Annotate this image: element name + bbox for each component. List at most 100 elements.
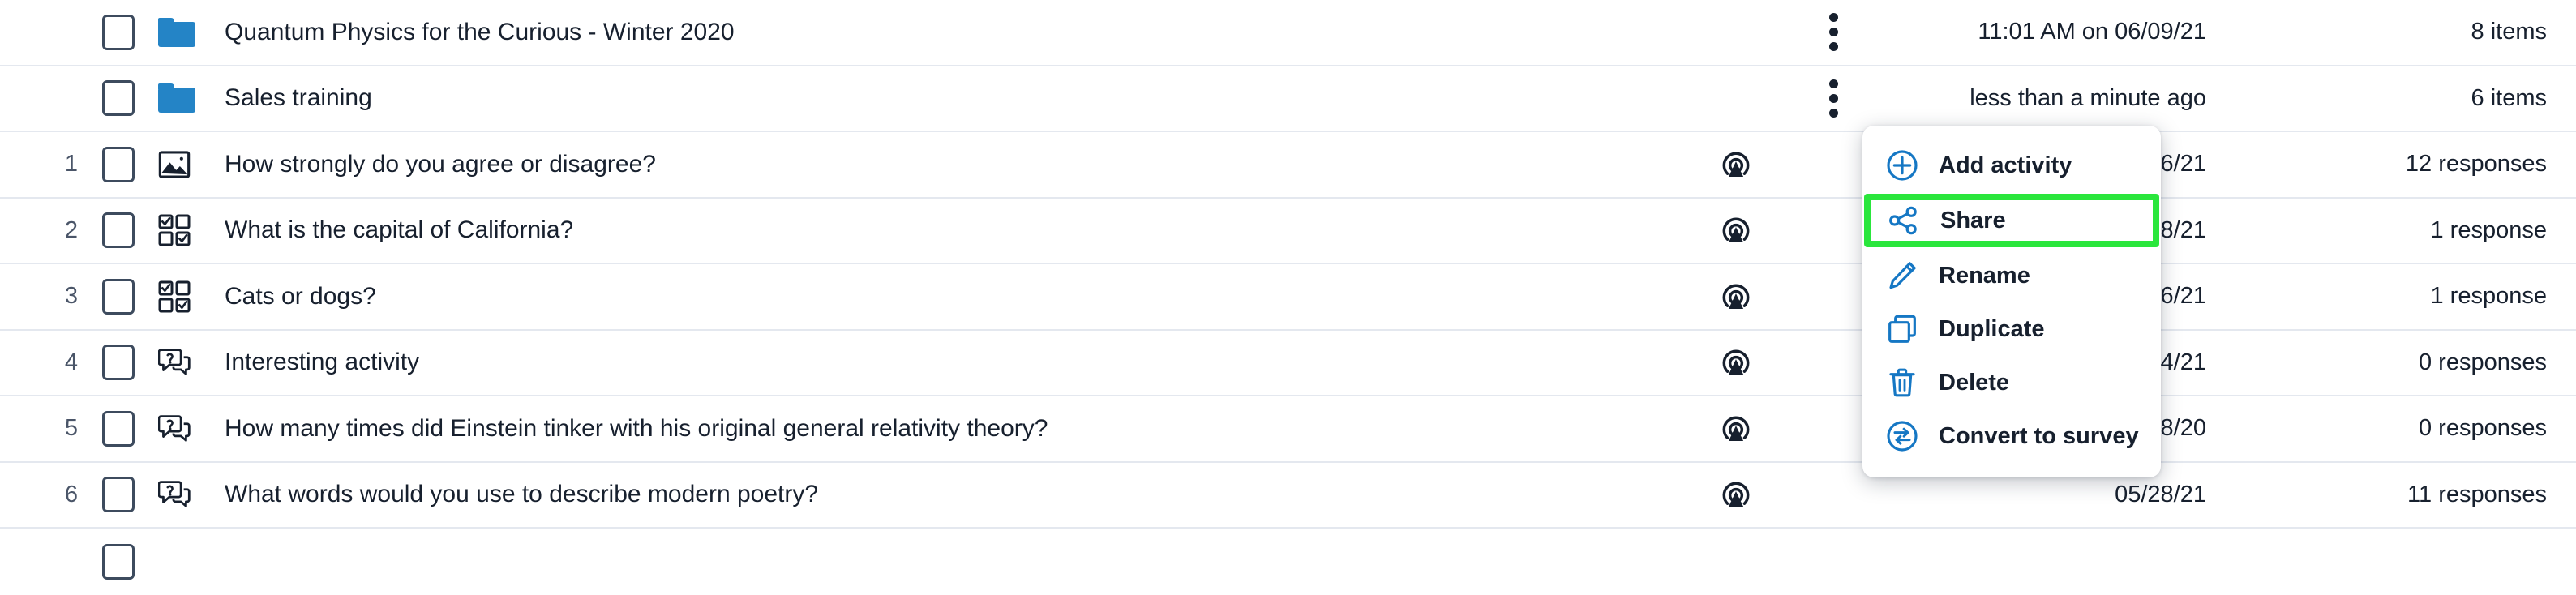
plus-circle-icon <box>1887 150 1918 181</box>
multiple-choice-icon <box>158 280 191 313</box>
context-menu[interactable]: Add activity Share Rename Duplicate Delete Co… <box>1862 126 2161 477</box>
context-menu-item-add-activity[interactable]: Add activity <box>1862 139 2161 192</box>
row-number: 1 <box>64 151 78 178</box>
context-menu-item-convert-to-survey[interactable]: Convert to survey <box>1862 409 2161 463</box>
question-bubble-icon <box>158 481 191 507</box>
row-overflow-menu-cell[interactable] <box>1785 8 1882 56</box>
row-live-cell[interactable] <box>1687 477 1785 512</box>
live-antenna-icon[interactable] <box>1719 213 1753 247</box>
multiple-choice-icon <box>158 214 191 246</box>
context-menu-item-rename[interactable]: Rename <box>1862 249 2161 302</box>
row-type-icon-cell <box>158 280 213 313</box>
row-type-icon-cell <box>158 413 213 444</box>
row-checkbox[interactable] <box>101 410 135 447</box>
row-type-icon-cell <box>158 150 213 179</box>
pencil-icon <box>1884 259 1921 292</box>
context-menu-item-label: Delete <box>1939 369 2010 396</box>
plus-circle-icon <box>1884 149 1921 182</box>
image-icon <box>158 151 191 178</box>
row-modified-date: 05/28/21 <box>2115 481 2206 507</box>
convert-arrows-icon <box>1887 421 1918 452</box>
row-count: 0 responses <box>2419 415 2547 442</box>
table-row[interactable] <box>0 529 2576 595</box>
share-nodes-icon <box>1889 206 1917 235</box>
context-menu-item-label: Convert to survey <box>1939 422 2139 449</box>
live-antenna-icon[interactable] <box>1719 280 1753 314</box>
row-checkbox[interactable] <box>101 477 135 513</box>
row-number: 3 <box>64 283 78 310</box>
row-title[interactable]: What words would you use to describe mod… <box>213 481 1687 508</box>
table-row[interactable]: 4Interesting activity04/14/210 responses <box>0 330 2576 396</box>
row-checkbox[interactable] <box>101 212 135 249</box>
row-number: 5 <box>64 415 78 442</box>
row-number: 6 <box>64 481 78 507</box>
row-title[interactable]: Quantum Physics for the Curious - Winter… <box>213 19 1687 46</box>
row-number: 2 <box>64 216 78 243</box>
table-row[interactable]: 5 How many times did Einstein tinker with… <box>0 396 2576 463</box>
row-checkbox-cell[interactable] <box>78 477 158 513</box>
context-menu-item-share[interactable]: Share <box>1864 194 2159 247</box>
row-type-icon-cell <box>158 214 213 246</box>
row-live-cell[interactable] <box>1687 280 1785 314</box>
row-title[interactable]: Cats or dogs? <box>213 283 1687 310</box>
row-checkbox-cell[interactable] <box>78 410 158 447</box>
table-row[interactable]: 3Cats or dogs?05/26/211 response <box>0 264 2576 331</box>
live-antenna-icon[interactable] <box>1719 148 1753 182</box>
folder-icon <box>158 17 195 47</box>
row-count: 0 responses <box>2419 349 2547 375</box>
kebab-menu-icon[interactable] <box>1818 8 1849 56</box>
row-checkbox-cell[interactable] <box>78 14 158 50</box>
row-title[interactable]: What is the capital of California? <box>213 216 1687 244</box>
row-checkbox-cell[interactable] <box>78 146 158 182</box>
row-type-icon-cell <box>158 347 213 378</box>
question-bubble-icon <box>158 415 191 442</box>
question-bubble-icon <box>158 349 191 375</box>
row-live-cell[interactable] <box>1687 148 1785 182</box>
row-overflow-menu-cell[interactable] <box>1785 75 1882 122</box>
row-checkbox-cell[interactable] <box>78 80 158 117</box>
row-count: 1 response <box>2430 283 2548 310</box>
row-checkbox-cell[interactable] <box>78 543 158 580</box>
table-row[interactable]: 1How strongly do you agree or disagree?0… <box>0 132 2576 199</box>
trash-icon <box>1889 368 1915 397</box>
row-type-icon-cell <box>158 479 213 510</box>
table-row[interactable]: 2What is the capital of California?05/28… <box>0 198 2576 264</box>
row-checkbox-cell[interactable] <box>78 278 158 315</box>
row-checkbox[interactable] <box>101 80 135 117</box>
table-row[interactable]: Quantum Physics for the Curious - Winter… <box>0 0 2576 66</box>
row-title[interactable]: How strongly do you agree or disagree? <box>213 151 1687 178</box>
context-menu-item-duplicate[interactable]: Duplicate <box>1862 302 2161 356</box>
row-modified-date: less than a minute ago <box>1970 84 2206 111</box>
row-checkbox[interactable] <box>101 14 135 50</box>
table-row[interactable]: Sales training less than a minute ago 6 it… <box>0 66 2576 132</box>
context-menu-item-label: Share <box>1940 207 2006 233</box>
row-title[interactable]: How many times did Einstein tinker with … <box>213 415 1687 443</box>
table-row[interactable]: 6 What words would you use to describe mo… <box>0 462 2576 529</box>
row-live-cell[interactable] <box>1687 412 1785 446</box>
live-antenna-icon[interactable] <box>1719 477 1753 512</box>
activity-list: Quantum Physics for the Curious - Winter… <box>0 0 2576 595</box>
row-count: 1 response <box>2430 216 2548 243</box>
row-live-cell[interactable] <box>1687 345 1785 379</box>
row-modified-date: 11:01 AM on 06/09/21 <box>1978 19 2206 45</box>
context-menu-item-label: Add activity <box>1939 152 2072 178</box>
row-title[interactable]: Sales training <box>213 84 1687 112</box>
kebab-menu-icon[interactable] <box>1818 75 1849 122</box>
live-antenna-icon[interactable] <box>1719 345 1753 379</box>
pencil-icon <box>1889 262 1916 289</box>
row-live-cell[interactable] <box>1687 213 1785 247</box>
context-menu-item-delete[interactable]: Delete <box>1862 356 2161 409</box>
row-checkbox-cell[interactable] <box>78 212 158 249</box>
row-type-icon-cell <box>158 83 213 113</box>
row-checkbox[interactable] <box>101 146 135 182</box>
row-checkbox-cell[interactable] <box>78 345 158 381</box>
row-checkbox[interactable] <box>101 278 135 315</box>
row-title[interactable]: Interesting activity <box>213 349 1687 376</box>
row-checkbox[interactable] <box>101 543 135 580</box>
row-number: 4 <box>64 349 78 375</box>
row-checkbox[interactable] <box>101 345 135 381</box>
live-antenna-icon[interactable] <box>1719 412 1753 446</box>
duplicate-icon <box>1884 313 1921 345</box>
context-menu-item-label: Rename <box>1939 262 2030 289</box>
folder-icon <box>158 83 195 113</box>
